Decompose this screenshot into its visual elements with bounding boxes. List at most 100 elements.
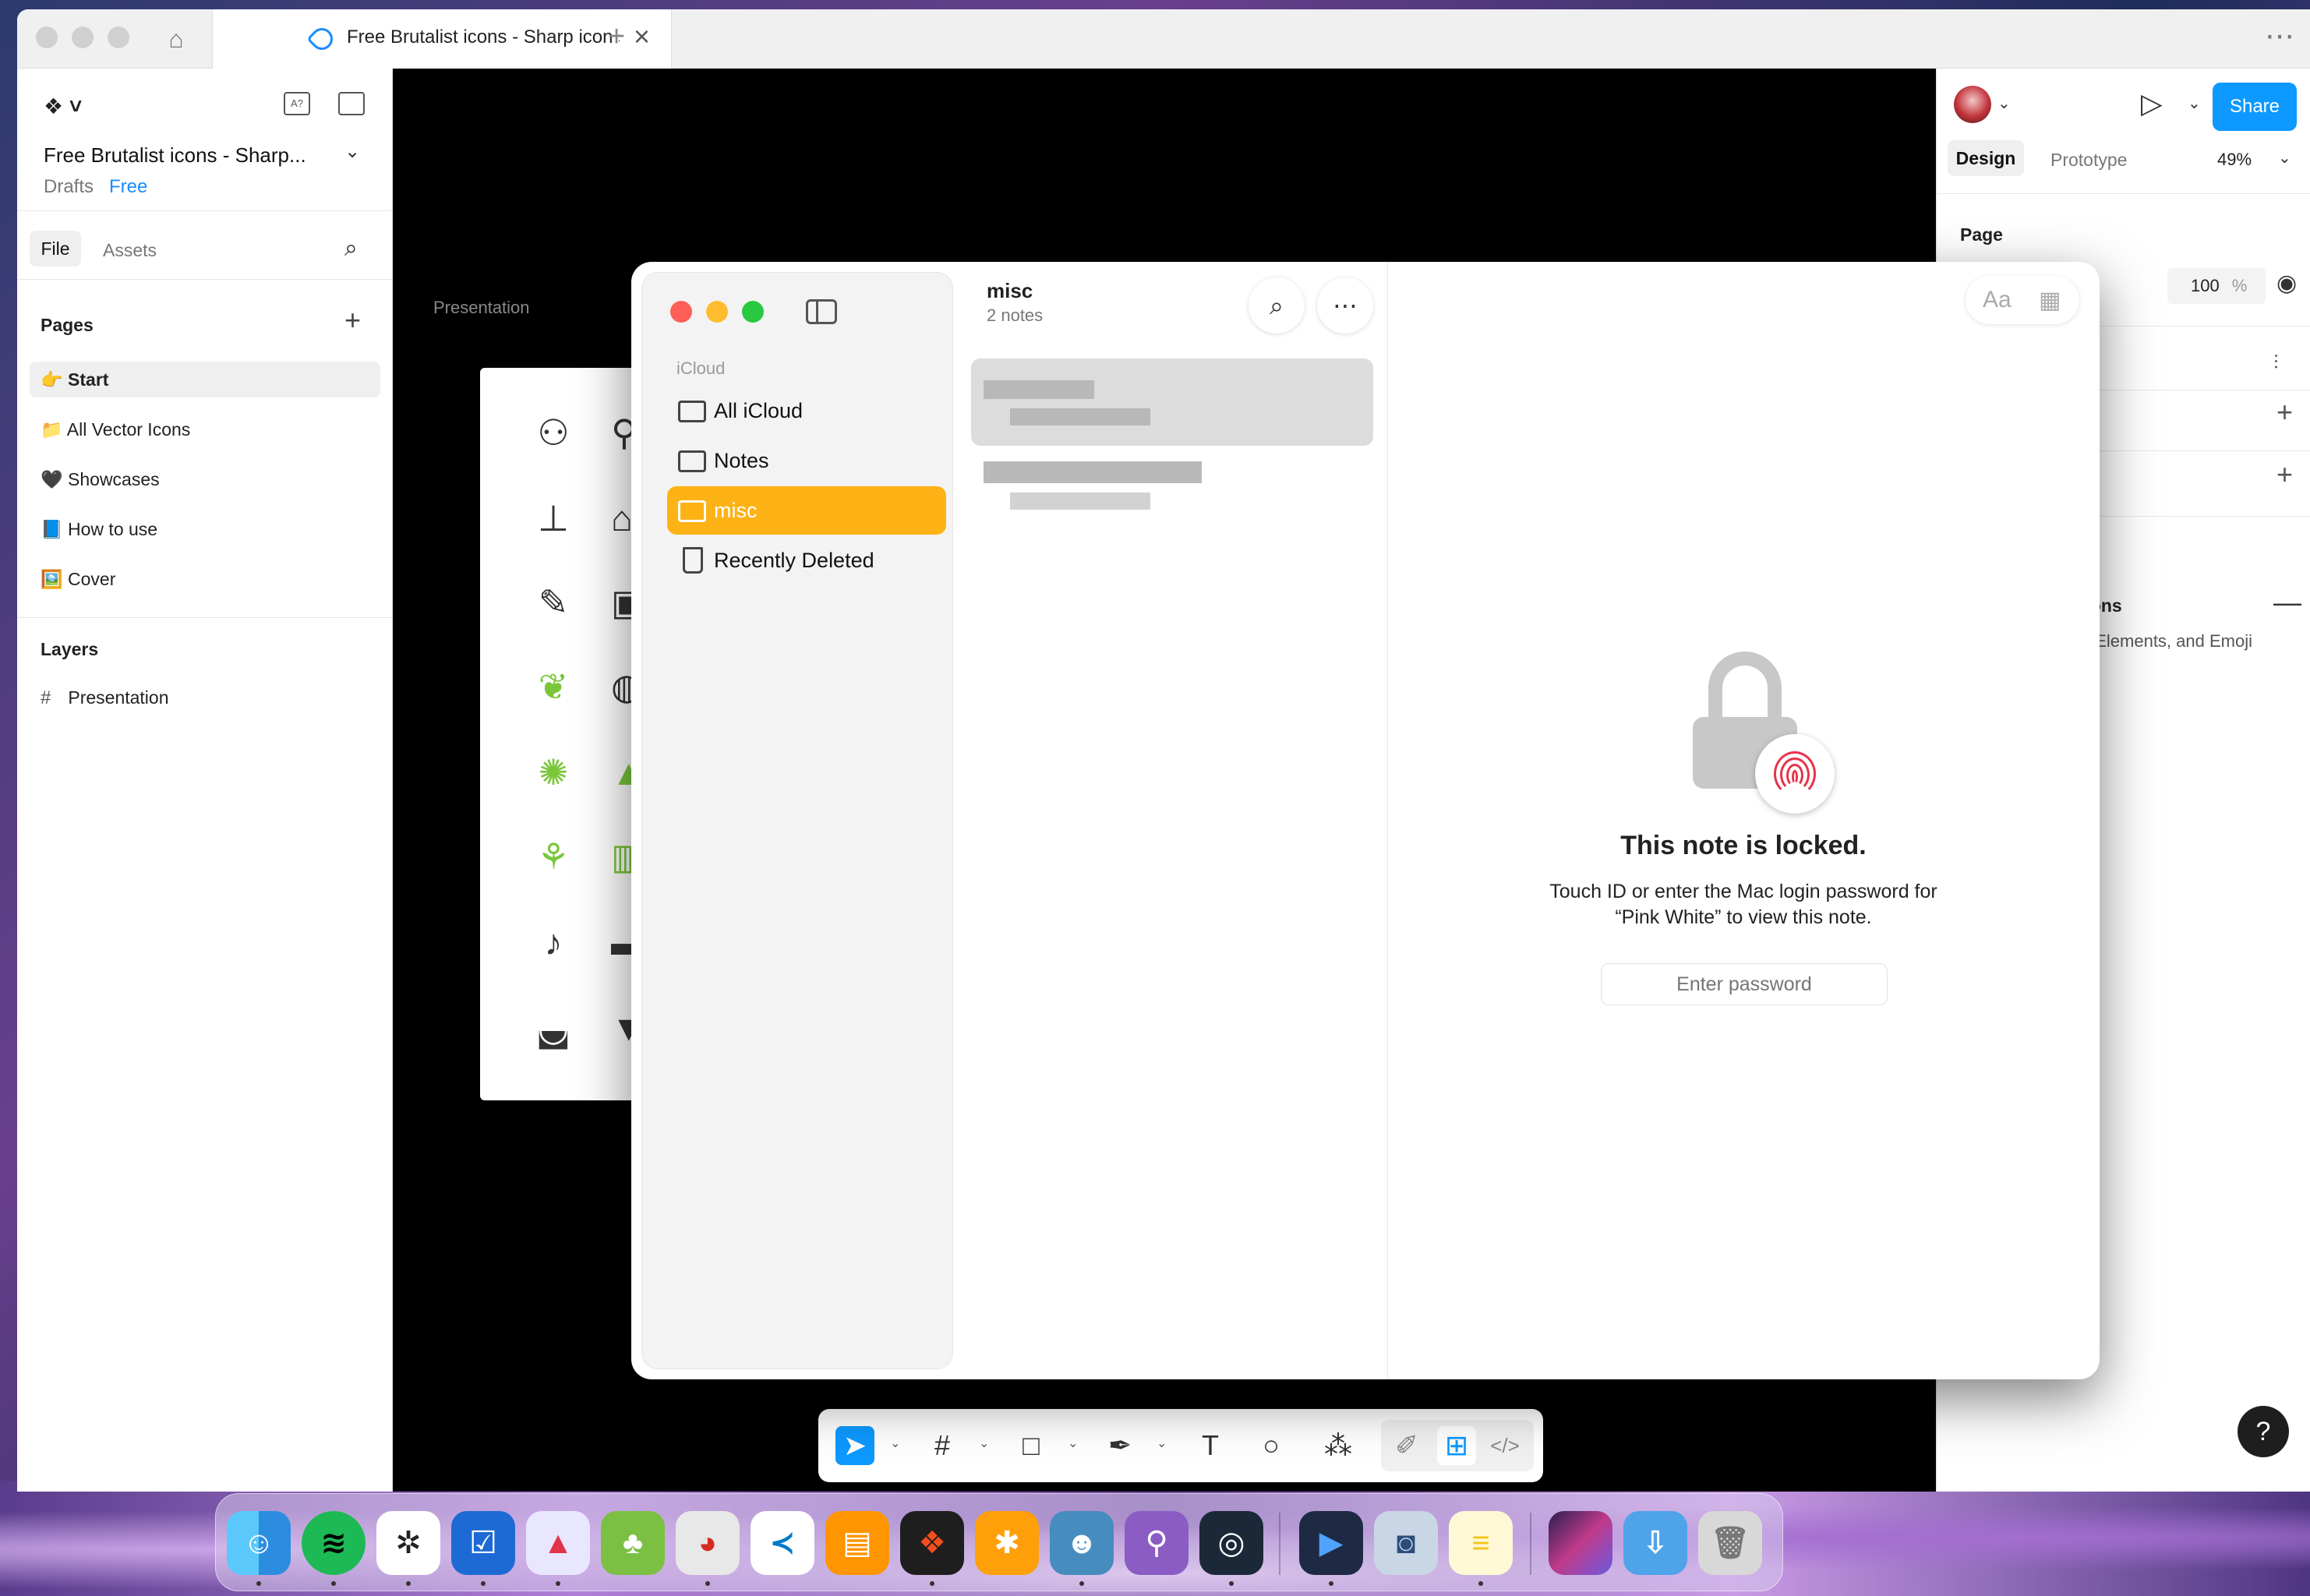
folder-notes[interactable]: Notes: [667, 436, 946, 485]
tab-design[interactable]: Design: [1948, 140, 2024, 176]
chevron-down-icon[interactable]: ⌄: [344, 140, 360, 163]
file-tab-title: Free Brutalist icons - Sharp icon s: [347, 26, 620, 48]
bear-icon[interactable]: ◕: [676, 1511, 740, 1575]
close-tab-icon[interactable]: ×: [634, 20, 650, 53]
notes-app-icon[interactable]: ≡: [1449, 1511, 1513, 1575]
window-minimize-button[interactable]: [706, 301, 728, 323]
search-icon[interactable]: ⌕: [344, 235, 358, 262]
left-panel: ❖ ˅ A? Free Brutalist icons - Sharp... ⌄…: [17, 69, 393, 1492]
present-play-icon[interactable]: ▷: [2141, 87, 2163, 120]
text-tool-icon[interactable]: T: [1191, 1426, 1230, 1465]
window-zoom-button[interactable]: [742, 301, 764, 323]
figma-menu-icon[interactable]: ❖ ˅: [44, 94, 82, 119]
media-player-icon[interactable]: ▶: [1299, 1511, 1363, 1575]
folder-recently-deleted[interactable]: Recently Deleted: [667, 536, 946, 584]
window-close-button[interactable]: [670, 301, 692, 323]
vscode-icon[interactable]: ≺: [751, 1511, 814, 1575]
frame-label[interactable]: Presentation: [433, 298, 530, 318]
image-thumbnail-icon[interactable]: [1549, 1511, 1612, 1575]
tab-prototype[interactable]: Prototype: [2050, 150, 2127, 171]
sidebar-toggle-icon[interactable]: [806, 299, 837, 324]
users-icon: ⚇: [537, 412, 570, 453]
redacted-preview: [1010, 493, 1150, 510]
font-icon[interactable]: A?: [284, 92, 310, 115]
figma-app-icon[interactable]: ❖: [900, 1511, 964, 1575]
add-icon[interactable]: +: [2276, 396, 2293, 429]
share-button[interactable]: Share: [2213, 83, 2297, 131]
downloads-folder-icon[interactable]: ⇩: [1623, 1511, 1687, 1575]
format-text-icon[interactable]: Aa: [1983, 287, 2012, 313]
spotify-icon[interactable]: ≋: [302, 1511, 366, 1575]
search-icon[interactable]: ⌕: [1249, 277, 1305, 334]
tab-file[interactable]: File: [30, 231, 81, 267]
actions-icon[interactable]: ⁂: [1319, 1426, 1358, 1465]
note-list-item-selected[interactable]: [971, 358, 1373, 446]
opacity-input[interactable]: 100%: [2167, 268, 2266, 304]
frame-tool-icon[interactable]: #: [923, 1426, 962, 1465]
rectangle-tool-icon[interactable]: □: [1012, 1426, 1051, 1465]
chevron-down-icon[interactable]: ⌄: [1157, 1435, 1167, 1451]
password-field[interactable]: [1601, 963, 1888, 1005]
design-mode-icon[interactable]: ⊞: [1437, 1426, 1476, 1465]
table-icon[interactable]: ▦: [2039, 287, 2061, 314]
note-list-item[interactable]: [971, 455, 1373, 530]
account-heading: iCloud: [676, 358, 726, 378]
chevron-down-icon[interactable]: ⌄: [890, 1435, 900, 1451]
panel-toggle-icon[interactable]: [338, 92, 365, 115]
folder-misc[interactable]: misc: [667, 486, 946, 535]
eye-icon[interactable]: ◉: [2276, 270, 2297, 297]
pages-heading: Pages: [41, 315, 94, 335]
pen-tool-icon[interactable]: ✒: [1100, 1426, 1139, 1465]
window-minimize-button[interactable]: [72, 26, 94, 48]
locked-title: This note is locked.: [1620, 831, 1867, 860]
chevron-down-icon[interactable]: ⌄: [979, 1435, 989, 1451]
folder-all-icloud[interactable]: All iCloud: [667, 387, 946, 435]
page-item-how-to-use[interactable]: 📘 How to use: [30, 511, 380, 547]
page-item-start[interactable]: 👉 Start: [30, 362, 380, 397]
tree-app-icon[interactable]: ♣: [601, 1511, 665, 1575]
godot-icon[interactable]: ☻: [1050, 1511, 1114, 1575]
books-icon[interactable]: ▤: [825, 1511, 889, 1575]
dev-mode-icon[interactable]: </>: [1485, 1426, 1524, 1465]
zoom-level[interactable]: 49%: [2217, 150, 2252, 170]
things-icon[interactable]: ☑: [451, 1511, 515, 1575]
home-icon[interactable]: ⌂: [162, 25, 190, 53]
sliders-icon[interactable]: ⫶: [2273, 351, 2279, 376]
move-tool-icon[interactable]: ➤: [835, 1426, 874, 1465]
chevron-down-icon[interactable]: ⌄: [2188, 94, 2201, 113]
affinity-icon[interactable]: ▲: [526, 1511, 590, 1575]
asterisk-app-icon[interactable]: ✱: [975, 1511, 1039, 1575]
page-item-all-vector-icons[interactable]: 📁 All Vector Icons: [30, 411, 380, 447]
help-button[interactable]: ?: [2238, 1406, 2289, 1457]
more-options-icon[interactable]: ⋯: [2265, 19, 2296, 54]
plan-badge[interactable]: Free: [109, 176, 147, 198]
window-zoom-button[interactable]: [108, 26, 129, 48]
trash-icon[interactable]: 🗑: [1698, 1511, 1762, 1575]
draw-mode-icon[interactable]: ✐: [1387, 1426, 1426, 1465]
finder-icon[interactable]: ☺: [227, 1511, 291, 1575]
add-icon[interactable]: +: [2276, 458, 2293, 491]
page-item-cover[interactable]: 🖼️ Cover: [30, 561, 380, 597]
ellipsis-icon[interactable]: ⋯: [1317, 277, 1373, 334]
bike-app-icon[interactable]: ⚲: [1125, 1511, 1189, 1575]
window-close-button[interactable]: [36, 26, 58, 48]
remove-icon[interactable]: —: [2273, 586, 2301, 619]
new-tab-icon[interactable]: +: [608, 20, 625, 54]
layer-label: Presentation: [68, 687, 169, 708]
add-page-icon[interactable]: +: [344, 304, 361, 337]
file-tab[interactable]: Free Brutalist icons - Sharp icon s ×: [212, 9, 672, 69]
layer-presentation[interactable]: # Presentation: [41, 687, 169, 709]
tab-assets[interactable]: Assets: [103, 240, 157, 261]
dock-separator: [1279, 1513, 1280, 1575]
drafts-link[interactable]: Drafts: [44, 176, 94, 198]
page-item-showcases[interactable]: 🖤 Showcases: [30, 461, 380, 497]
storage-app-icon[interactable]: ◙: [1374, 1511, 1438, 1575]
steam-icon[interactable]: ◎: [1199, 1511, 1263, 1575]
chatgpt-icon[interactable]: ✲: [376, 1511, 440, 1575]
chevron-down-icon[interactable]: ⌄: [1068, 1435, 1078, 1451]
chevron-down-icon[interactable]: ⌄: [1997, 94, 2011, 113]
comment-tool-icon[interactable]: ○: [1252, 1426, 1291, 1465]
avatar[interactable]: [1954, 86, 1991, 123]
chevron-down-icon[interactable]: ⌄: [2278, 148, 2291, 168]
file-title[interactable]: Free Brutalist icons - Sharp...: [44, 143, 306, 168]
